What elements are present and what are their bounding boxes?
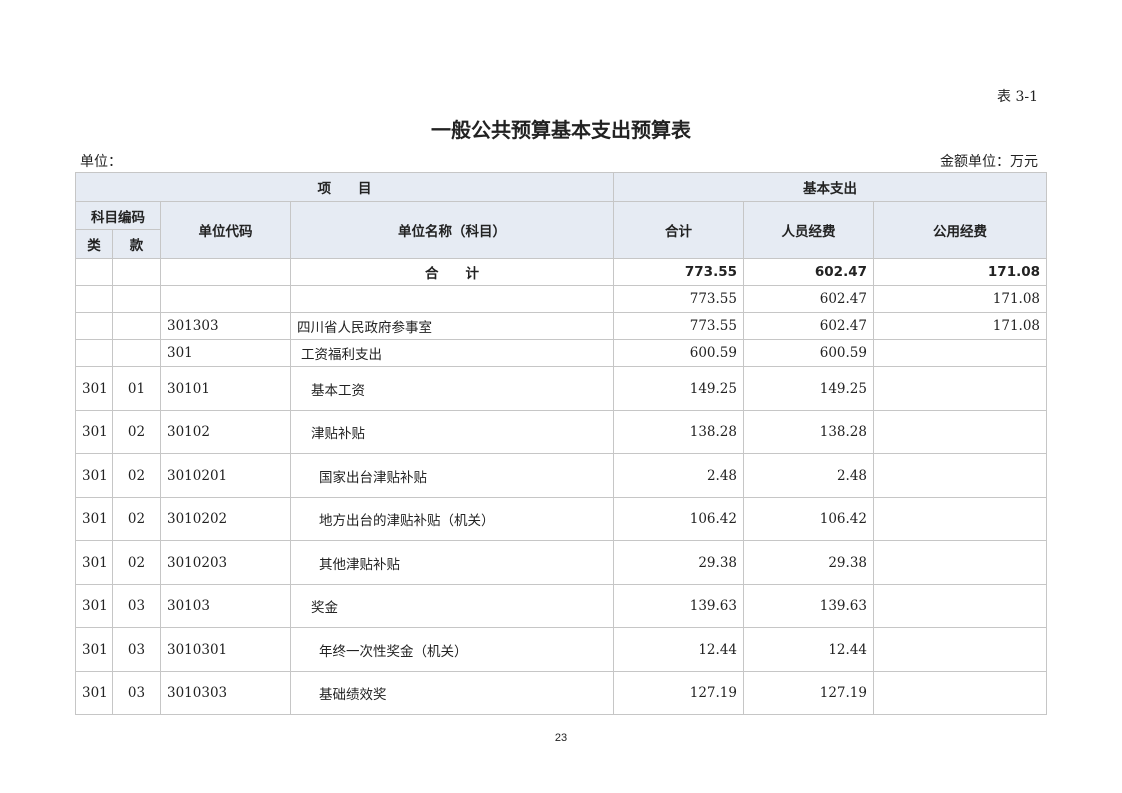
table-row: 301 03 3010301 年终一次性奖金（机关） 12.44 12.44 xyxy=(75,627,1048,672)
total-row: 合 计 773.55 602.47 171.08 xyxy=(75,258,1048,286)
total-personnel: 602.47 xyxy=(743,258,874,286)
table-row: 301 03 30103 奖金 139.63 139.63 xyxy=(75,584,1048,628)
table-row: 301 工资福利支出 600.59 600.59 xyxy=(75,339,1048,367)
budget-table: 项 目 基本支出 科目编码 单位代码 单位名称（科目） 合计 人员经费 公用经费… xyxy=(75,172,1048,715)
page-number: 23 xyxy=(554,732,568,744)
header-unit-name: 单位名称（科目） xyxy=(290,201,614,259)
table-row: 301 02 3010201 国家出台津贴补贴 2.48 2.48 xyxy=(75,453,1048,498)
table-number: 表 3-1 xyxy=(997,89,1038,105)
header-personnel: 人员经费 xyxy=(743,201,874,259)
header-category: 类 xyxy=(75,229,113,259)
header-total: 合计 xyxy=(613,201,744,259)
header-public: 公用经费 xyxy=(872,201,1048,259)
total-amount: 773.55 xyxy=(613,258,744,286)
table-row: 773.55 602.47 171.08 xyxy=(75,285,1048,313)
header-project: 项 目 xyxy=(75,172,614,202)
document-title: 一般公共预算基本支出预算表 xyxy=(431,118,691,142)
header-item: 款 xyxy=(112,229,161,259)
table-row: 301303 四川省人民政府参事室 773.55 602.47 171.08 xyxy=(75,312,1048,340)
table-row: 301 02 30102 津贴补贴 138.28 138.28 xyxy=(75,410,1048,454)
table-row: 301 02 3010202 地方出台的津贴补贴（机关） 106.42 106.… xyxy=(75,497,1048,541)
total-label: 合 计 xyxy=(290,258,614,286)
table-row: 301 02 3010203 其他津贴补贴 29.38 29.38 xyxy=(75,540,1048,585)
total-public: 171.08 xyxy=(872,258,1048,286)
unit-label: 单位： xyxy=(80,154,122,170)
header-basic-expense: 基本支出 xyxy=(612,172,1048,202)
table-row: 301 01 30101 基本工资 149.25 149.25 xyxy=(75,366,1048,411)
header-subject-code: 科目编码 xyxy=(75,201,161,230)
table-row: 301 03 3010303 基础绩效奖 127.19 127.19 xyxy=(75,671,1048,715)
amount-unit-label: 金额单位：万元 xyxy=(940,154,1038,170)
header-unit-code: 单位代码 xyxy=(160,201,291,259)
